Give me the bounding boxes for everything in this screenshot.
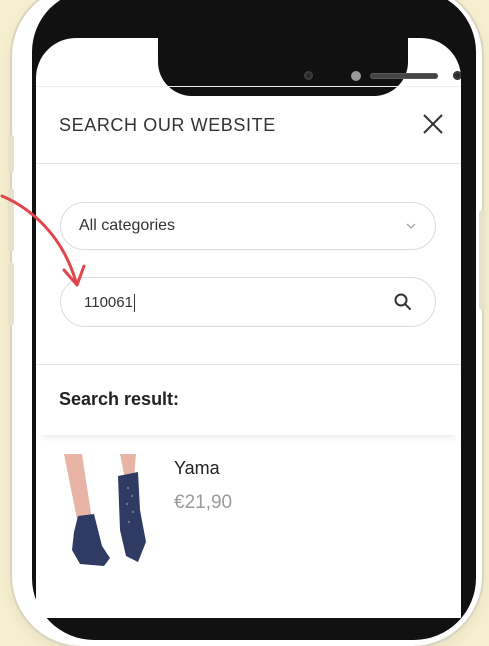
phone-side-button: [8, 135, 14, 173]
search-result-heading: Search result:: [59, 389, 180, 409]
speaker-grille: [370, 73, 438, 79]
arrow-annotation: [0, 194, 86, 287]
category-select-value: All categories: [79, 217, 176, 234]
sensor-icon: [351, 71, 361, 81]
product-name[interactable]: Yama: [174, 458, 220, 479]
search-input[interactable]: 110061: [60, 277, 436, 327]
chevron-down-icon: [406, 223, 416, 229]
page-title: SEARCH OUR WEBSITE: [59, 115, 276, 135]
sensor-icon: [453, 71, 461, 80]
product-price: €21,90: [174, 492, 233, 513]
list-item[interactable]: Yama €21,90: [56, 446, 436, 576]
search-result-header: Search result:: [36, 364, 461, 435]
product-image: [64, 454, 146, 566]
sensor-icon: [304, 71, 313, 80]
category-select[interactable]: All categories: [60, 202, 436, 250]
search-header: SEARCH OUR WEBSITE: [36, 86, 461, 164]
phone-side-button: [479, 210, 485, 310]
text-caret: [133, 294, 135, 313]
search-input-value: 110061: [84, 294, 135, 313]
close-icon[interactable]: [420, 111, 446, 137]
search-icon[interactable]: [393, 292, 413, 312]
